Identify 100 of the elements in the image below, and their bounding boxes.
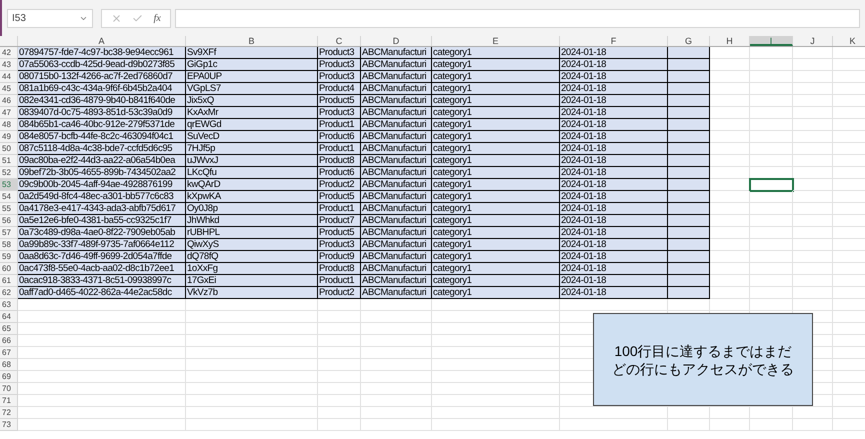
column-header[interactable]: C: [318, 36, 361, 46]
table-cell: 2024-01-18: [560, 143, 668, 155]
table-cell: 0ac473f8-55e0-4acb-aa02-d8c1b72ee1: [18, 263, 186, 275]
table-cell: 2024-01-18: [560, 83, 668, 95]
row-header[interactable]: 54: [0, 191, 18, 203]
row-header[interactable]: 55: [0, 203, 18, 215]
row-header[interactable]: 62: [0, 287, 18, 299]
row-header[interactable]: 60: [0, 263, 18, 275]
row-header[interactable]: 58: [0, 239, 18, 251]
row-header[interactable]: 67: [0, 347, 18, 359]
row-header[interactable]: 64: [0, 311, 18, 323]
table-cell: 082e4341-cd36-4879-9b40-b841f640de: [18, 95, 186, 107]
table-cell: SuVecD: [186, 131, 318, 143]
table-cell: 07a55063-ccdb-425d-9ead-d9b0273f85: [18, 59, 186, 71]
column-header[interactable]: F: [560, 36, 668, 46]
row-header[interactable]: 42: [0, 47, 18, 59]
table-cell: category1: [432, 263, 560, 275]
row-header[interactable]: 57: [0, 227, 18, 239]
row-header[interactable]: 46: [0, 95, 18, 107]
table-cell: 084e8057-bcfb-44fe-8c2c-463094f04c1: [18, 131, 186, 143]
column-header[interactable]: A: [18, 36, 186, 46]
row-header[interactable]: 72: [0, 407, 18, 419]
table-cell: category1: [432, 71, 560, 83]
table-cell: 7HJf5p: [186, 143, 318, 155]
row-header[interactable]: 65: [0, 323, 18, 335]
table-cell: GiGp1c: [186, 59, 318, 71]
table-cell: 2024-01-18: [560, 227, 668, 239]
table-cell: 0a5e12e6-bfe0-4381-ba55-cc9325c1f7: [18, 215, 186, 227]
column-header[interactable]: E: [432, 36, 560, 46]
table-cell: ABCManufacturi: [361, 179, 432, 191]
table-cell: ABCManufacturi: [361, 275, 432, 287]
row-header[interactable]: 45: [0, 83, 18, 95]
table-cell: 080715b0-132f-4266-ac7f-2ed76860d7: [18, 71, 186, 83]
row-header[interactable]: 49: [0, 131, 18, 143]
row-header[interactable]: 63: [0, 299, 18, 311]
table-cell: ABCManufacturi: [361, 251, 432, 263]
table-cell: category1: [432, 59, 560, 71]
row-header[interactable]: 73: [0, 419, 18, 431]
table-cell: Product1: [318, 143, 361, 155]
table-cell: category1: [432, 251, 560, 263]
column-header[interactable]: K: [833, 36, 865, 46]
row-header[interactable]: 66: [0, 335, 18, 347]
row-header[interactable]: 69: [0, 371, 18, 383]
row-header[interactable]: 50: [0, 143, 18, 155]
enter-icon[interactable]: [132, 12, 144, 24]
table-cell: 09ac80ba-e2f2-44d3-aa22-a06a54b0ea: [18, 155, 186, 167]
active-cell[interactable]: [750, 179, 793, 191]
table-cell: 2024-01-18: [560, 107, 668, 119]
table-cell: 2024-01-18: [560, 287, 668, 299]
table-cell: 2024-01-18: [560, 167, 668, 179]
table-cell: category1: [432, 107, 560, 119]
table-cell: ABCManufacturi: [361, 83, 432, 95]
table-cell: KxAxMr: [186, 107, 318, 119]
table-cell: ABCManufacturi: [361, 263, 432, 275]
table-cell: kXpwKA: [186, 191, 318, 203]
row-header[interactable]: 52: [0, 167, 18, 179]
column-header[interactable]: I: [750, 36, 793, 46]
table-cell: category1: [432, 203, 560, 215]
row-header[interactable]: 44: [0, 71, 18, 83]
table-cell: kwQArD: [186, 179, 318, 191]
row-header[interactable]: 68: [0, 359, 18, 371]
row-header[interactable]: 59: [0, 251, 18, 263]
table-cell: 2024-01-18: [560, 239, 668, 251]
table-cell: ABCManufacturi: [361, 47, 432, 59]
callout-text: どの行にもアクセスができる: [612, 360, 794, 378]
table-cell: 2024-01-18: [560, 131, 668, 143]
column-header[interactable]: G: [668, 36, 710, 46]
table-cell: category1: [432, 167, 560, 179]
cancel-icon[interactable]: [111, 12, 122, 24]
formula-input[interactable]: [175, 8, 860, 28]
column-header[interactable]: D: [361, 36, 432, 46]
table-cell: 0acac918-3833-4371-8c51-09938997c: [18, 275, 186, 287]
row-header[interactable]: 71: [0, 395, 18, 407]
row-header[interactable]: 53: [0, 179, 18, 191]
table-cell: category1: [432, 227, 560, 239]
row-header[interactable]: 51: [0, 155, 18, 167]
table-cell: qrEWGd: [186, 119, 318, 131]
table-cell: category1: [432, 47, 560, 59]
table-cell: category1: [432, 275, 560, 287]
table-cell: Product1: [318, 203, 361, 215]
row-header[interactable]: 56: [0, 215, 18, 227]
row-header[interactable]: 43: [0, 59, 18, 71]
row-header[interactable]: 47: [0, 107, 18, 119]
column-header[interactable]: B: [186, 36, 318, 46]
row-header[interactable]: 48: [0, 119, 18, 131]
table-cell: ABCManufacturi: [361, 71, 432, 83]
column-header[interactable]: J: [793, 36, 833, 46]
table-cell: 0a4178e3-e417-4343-ada3-abfb75d617: [18, 203, 186, 215]
name-box[interactable]: I53: [7, 8, 93, 28]
row-header[interactable]: 70: [0, 383, 18, 395]
row-header[interactable]: 61: [0, 275, 18, 287]
table-cell: Product3: [318, 239, 361, 251]
table-cell: Oy0J8p: [186, 203, 318, 215]
table-cell: 2024-01-18: [560, 203, 668, 215]
table-cell: dQ78fQ: [186, 251, 318, 263]
table-cell: 2024-01-18: [560, 119, 668, 131]
table-cell: category1: [432, 239, 560, 251]
table-cell: Product2: [318, 287, 361, 299]
table-cell: Product4: [318, 83, 361, 95]
insert-function-button[interactable]: fx: [154, 10, 161, 26]
